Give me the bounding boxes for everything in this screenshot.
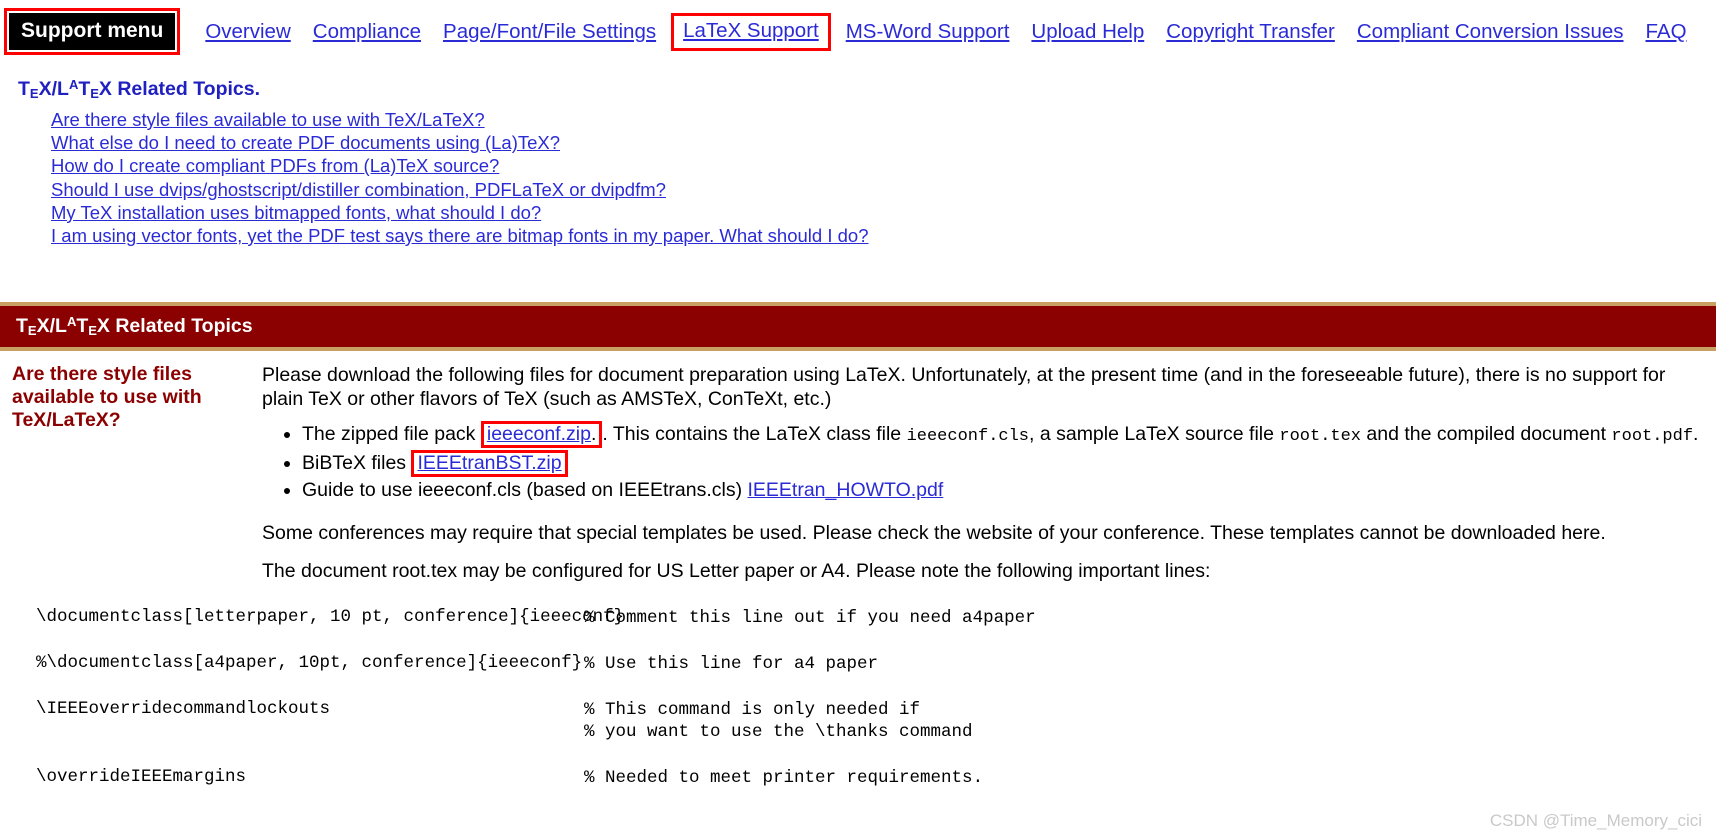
nav-link-upload-help[interactable]: Upload Help [1031, 20, 1144, 44]
code-comment: % Needed to meet printer requirements. [584, 768, 984, 789]
intro-paragraph: Please download the following files for … [262, 364, 1666, 411]
download-file-list: The zipped file pack ieeeconf.zip.. This… [262, 421, 1702, 503]
title-sub-e-2: E [90, 86, 99, 101]
ieeetranbst-zip-link[interactable]: IEEEtranBST.zip [417, 452, 561, 474]
code-command: \documentclass[letterpaper, 10 pt, confe… [36, 607, 625, 628]
config-paragraph: The document root.tex may be configured … [262, 560, 1211, 583]
code-row-documentclass-letterpaper: \documentclass[letterpaper, 10 pt, confe… [36, 607, 1716, 629]
qa-answer-body: Please download the following files for … [262, 363, 1716, 597]
page-title: TEX/LATEX Related Topics. [18, 77, 261, 101]
nav-link-compliant-conversion-issues[interactable]: Compliant Conversion Issues [1357, 20, 1624, 44]
ieeeconf-zip-link[interactable]: ieeeconf.zip [487, 423, 591, 445]
root-tex-filename: root.tex [1279, 427, 1362, 447]
list-item: Are there style files available to use w… [51, 109, 1716, 132]
code-command: \overrideIEEEmargins [36, 767, 247, 788]
code-comment: % This command is only needed if % you w… [584, 700, 973, 743]
qa-question-heading: Are there style files available to use w… [12, 363, 202, 432]
list-item: My TeX installation uses bitmapped fonts… [51, 202, 1716, 225]
code-command: \IEEEoverridecommandlockouts [36, 699, 331, 720]
banner-sub-e-1: E [27, 323, 37, 339]
file-item-mid2: , a sample LaTeX source file [1029, 423, 1280, 446]
topic-link-bitmapped-fonts[interactable]: My TeX installation uses bitmapped fonts… [51, 202, 541, 223]
qa-block: Are there style files available to use w… [0, 351, 1716, 597]
title-sub-e-1: E [29, 86, 39, 101]
banner-sup-a: A [66, 314, 77, 330]
ieeeconf-zip-highlight-box: ieeeconf.zip. [480, 421, 603, 449]
nav-link-page-font-file-settings[interactable]: Page/Font/File Settings [443, 20, 656, 44]
list-item: How do I create compliant PDFs from (La)… [51, 155, 1716, 178]
file-item-mid1: . This contains the LaTeX class file [602, 423, 907, 446]
topic-link-what-else-needed[interactable]: What else do I need to create PDF docume… [51, 132, 560, 153]
banner-sub-e-2: E [88, 323, 97, 339]
nav-link-faq[interactable]: FAQ [1646, 20, 1687, 44]
ieeeconf-cls-filename: ieeeconf.cls [906, 427, 1029, 447]
file-item-final-period: . [1693, 423, 1699, 446]
topic-link-dvips-or-pdflatex[interactable]: Should I use dvips/ghostscript/distiller… [51, 179, 666, 200]
list-item-bibtex-zip: BiBTeX files IEEEtranBST.zip [302, 450, 1702, 478]
code-row-documentclass-a4paper: %\documentclass[a4paper, 10pt, conferenc… [36, 653, 1716, 675]
title-sup-a: A [68, 77, 79, 92]
list-item: Should I use dvips/ghostscript/distiller… [51, 179, 1716, 202]
nav-link-latex-support[interactable]: LaTeX Support [683, 19, 819, 43]
ieeetranbst-zip-highlight-box: IEEEtranBST.zip [411, 450, 568, 478]
topic-link-style-files[interactable]: Are there style files available to use w… [51, 109, 485, 130]
code-command: %\documentclass[a4paper, 10pt, conferenc… [36, 653, 583, 674]
howto-pre-text: Guide to use ieeeconf.cls (based on IEEE… [302, 479, 748, 502]
root-pdf-filename: root.pdf [1611, 427, 1694, 447]
support-menu-button[interactable]: Support menu [9, 13, 176, 50]
nav-link-compliance[interactable]: Compliance [313, 20, 421, 44]
nav-link-overview[interactable]: Overview [205, 20, 290, 44]
list-item-ieeeconf-zip: The zipped file pack ieeeconf.zip.. This… [302, 421, 1702, 449]
list-item: What else do I need to create PDF docume… [51, 132, 1716, 155]
ieeetran-howto-pdf-link[interactable]: IEEEtran_HOWTO.pdf [747, 479, 943, 501]
code-comment: % Comment this line out if you need a4pa… [584, 608, 1036, 629]
bibtex-pre-text: BiBTeX files [302, 452, 412, 475]
latex-support-highlight-box: LaTeX Support [671, 12, 831, 51]
code-listing: \documentclass[letterpaper, 10 pt, confe… [36, 607, 1716, 789]
file-item-pre-text: The zipped file pack [302, 423, 481, 446]
templates-paragraph: Some conferences may require that specia… [262, 522, 1606, 545]
code-row-overrideieeemargins: \overrideIEEEmargins % Needed to meet pr… [36, 767, 1716, 789]
support-navigation-bar: Support menu Overview Compliance Page/Fo… [0, 0, 1716, 61]
topic-link-compliant-pdfs[interactable]: How do I create compliant PDFs from (La)… [51, 155, 499, 176]
list-item-howto-pdf: Guide to use ieeeconf.cls (based on IEEE… [302, 478, 1702, 503]
support-menu-highlight-box: Support menu [4, 8, 181, 55]
section-banner: TEX/LATEX Related Topics [0, 302, 1716, 352]
file-item-period: . [590, 423, 597, 446]
code-comment: % Use this line for a4 paper [584, 654, 879, 675]
file-item-mid3: and the compiled document [1361, 423, 1612, 446]
list-item: I am using vector fonts, yet the PDF tes… [51, 225, 1716, 248]
watermark-text: CSDN @Time_Memory_cici [1489, 811, 1702, 830]
topic-link-list: Are there style files available to use w… [51, 109, 1716, 248]
nav-link-copyright-transfer[interactable]: Copyright Transfer [1166, 20, 1335, 44]
code-row-overridecommandlockouts: \IEEEoverridecommandlockouts % This comm… [36, 699, 1716, 743]
topic-link-vector-fonts[interactable]: I am using vector fonts, yet the PDF tes… [51, 225, 868, 246]
nav-link-ms-word-support[interactable]: MS-Word Support [846, 20, 1010, 44]
